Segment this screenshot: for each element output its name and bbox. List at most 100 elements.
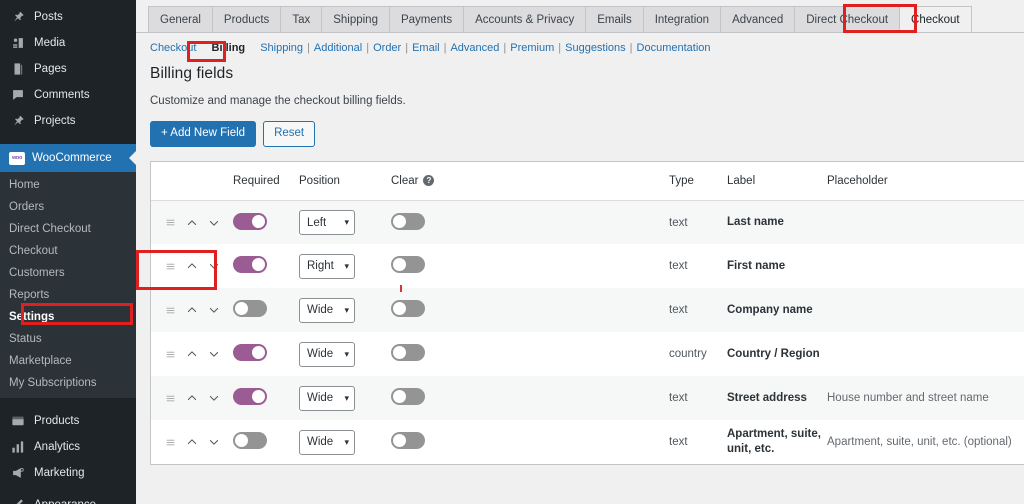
move-up-icon[interactable] (186, 304, 198, 316)
drag-handle-icon[interactable] (165, 261, 176, 272)
tab-checkout[interactable]: Checkout (899, 6, 972, 32)
table-row[interactable]: Wide ▾ text Company name (151, 288, 1024, 333)
required-toggle[interactable] (233, 388, 267, 406)
sidebar-item-posts[interactable]: Posts (0, 4, 136, 30)
position-select-value: Wide (307, 304, 334, 317)
table-row[interactable]: Wide ▾ country Country / Region (151, 332, 1024, 377)
drag-handle-icon[interactable] (165, 305, 176, 316)
clear-toggle[interactable] (391, 432, 425, 450)
move-up-icon[interactable] (186, 348, 198, 360)
tab-shipping[interactable]: Shipping (321, 6, 390, 32)
tab-emails[interactable]: Emails (585, 6, 644, 32)
move-up-icon[interactable] (186, 260, 198, 272)
tab-general[interactable]: General (148, 6, 213, 32)
clear-toggle[interactable] (391, 344, 425, 362)
settings-subtabs: Checkout Billing Shipping | Additional |… (136, 33, 1024, 61)
marketing-icon (9, 464, 27, 482)
sidebar-item-comments[interactable]: Comments (0, 82, 136, 108)
sidebar-divider (0, 134, 136, 144)
sidebar-subitem-my-subscriptions[interactable]: My Subscriptions (0, 372, 136, 394)
subtab-separator (253, 42, 256, 54)
required-toggle[interactable] (233, 256, 267, 274)
column-header-label: Label (727, 161, 827, 201)
sidebar-item-woocommerce[interactable]: woo WooCommerce (0, 144, 136, 172)
drag-handle-icon[interactable] (165, 437, 176, 448)
move-down-icon[interactable] (208, 348, 220, 360)
move-down-icon[interactable] (208, 392, 220, 404)
sidebar-subitem-settings[interactable]: Settings (0, 306, 136, 328)
sidebar-subitem-marketplace[interactable]: Marketplace (0, 350, 136, 372)
clear-toggle[interactable] (391, 300, 425, 318)
label-cell: Street address (727, 376, 827, 420)
label-cell: Last name (727, 200, 827, 244)
subtab-email[interactable]: Email (412, 42, 440, 54)
table-row[interactable]: Right ▾ text First name (151, 244, 1024, 289)
move-up-icon[interactable] (186, 436, 198, 448)
add-new-field-button[interactable]: + Add New Field (150, 121, 257, 147)
sidebar-item-marketing[interactable]: Marketing (0, 460, 136, 486)
admin-screen: Posts Media Pages Comments Projects woo … (0, 0, 1024, 504)
help-icon[interactable]: ? (423, 175, 435, 187)
move-down-icon[interactable] (208, 260, 220, 272)
subtab-checkout[interactable]: Checkout (150, 42, 196, 54)
move-down-icon[interactable] (208, 304, 220, 316)
sidebar-item-pages[interactable]: Pages (0, 56, 136, 82)
subtab-suggestions[interactable]: Suggestions (565, 42, 626, 54)
subtab-separator: | (503, 42, 507, 54)
subtab-billing[interactable]: Billing (208, 42, 250, 54)
sidebar-subitem-orders[interactable]: Orders (0, 196, 136, 218)
required-toggle[interactable] (233, 344, 267, 362)
subtab-shipping[interactable]: Shipping (260, 42, 303, 54)
tab-direct-checkout[interactable]: Direct Checkout (794, 6, 901, 32)
table-row[interactable]: Wide ▾ text Street address House number and … (151, 376, 1024, 421)
subtab-premium[interactable]: Premium (510, 42, 554, 54)
sidebar-subitem-direct-checkout[interactable]: Direct Checkout (0, 218, 136, 240)
sidebar-subitem-status[interactable]: Status (0, 328, 136, 350)
subtab-separator: | (307, 42, 310, 54)
position-select[interactable]: Left ▾ (299, 210, 355, 236)
required-toggle[interactable] (233, 212, 267, 230)
drag-handle-icon[interactable] (165, 349, 176, 360)
tab-products[interactable]: Products (211, 6, 282, 32)
label-cell: Apartment, suite, unit, etc. (727, 420, 827, 464)
move-down-icon[interactable] (208, 217, 220, 229)
drag-handle-icon[interactable] (165, 393, 176, 404)
move-up-icon[interactable] (186, 217, 198, 229)
table-row[interactable]: Left ▾ text Last name (151, 200, 1024, 245)
position-select[interactable]: Wide ▾ (299, 297, 355, 323)
position-select[interactable]: Right ▾ (299, 253, 355, 279)
subtab-advanced[interactable]: Advanced (450, 42, 499, 54)
clear-toggle[interactable] (391, 256, 425, 274)
sidebar-subitem-home[interactable]: Home (0, 174, 136, 196)
position-select[interactable]: Wide ▾ (299, 429, 355, 455)
column-header-type: Type (669, 161, 727, 201)
sidebar-subitem-customers[interactable]: Customers (0, 262, 136, 284)
subtab-order[interactable]: Order (373, 42, 401, 54)
reset-button[interactable]: Reset (263, 121, 316, 147)
label-cell: Company name (727, 288, 827, 332)
sidebar-item-analytics[interactable]: Analytics (0, 434, 136, 460)
tab-advanced[interactable]: Advanced (720, 6, 796, 32)
subtab-documentation[interactable]: Documentation (637, 42, 711, 54)
sidebar-subitem-checkout[interactable]: Checkout (0, 240, 136, 262)
required-toggle[interactable] (233, 300, 267, 318)
tab-tax[interactable]: Tax (280, 6, 323, 32)
tab-integration[interactable]: Integration (642, 6, 722, 32)
sidebar-subitem-reports[interactable]: Reports (0, 284, 136, 306)
clear-toggle[interactable] (391, 212, 425, 230)
drag-handle-icon[interactable] (165, 217, 176, 228)
subtab-additional[interactable]: Additional (314, 42, 362, 54)
sidebar-item-projects[interactable]: Projects (0, 108, 136, 134)
tab-accounts-privacy[interactable]: Accounts & Privacy (463, 6, 587, 32)
sidebar-item-appearance[interactable]: Appearance (0, 492, 136, 504)
tab-payments[interactable]: Payments (388, 6, 465, 32)
clear-toggle[interactable] (391, 388, 425, 406)
required-toggle[interactable] (233, 432, 267, 450)
move-down-icon[interactable] (208, 436, 220, 448)
sidebar-item-products[interactable]: Products (0, 408, 136, 434)
table-row[interactable]: Wide ▾ text Apartment, suite, unit, etc. Apa… (151, 420, 1024, 465)
sidebar-item-media[interactable]: Media (0, 30, 136, 56)
position-select[interactable]: Wide ▾ (299, 385, 355, 411)
position-select[interactable]: Wide ▾ (299, 341, 355, 367)
move-up-icon[interactable] (186, 392, 198, 404)
